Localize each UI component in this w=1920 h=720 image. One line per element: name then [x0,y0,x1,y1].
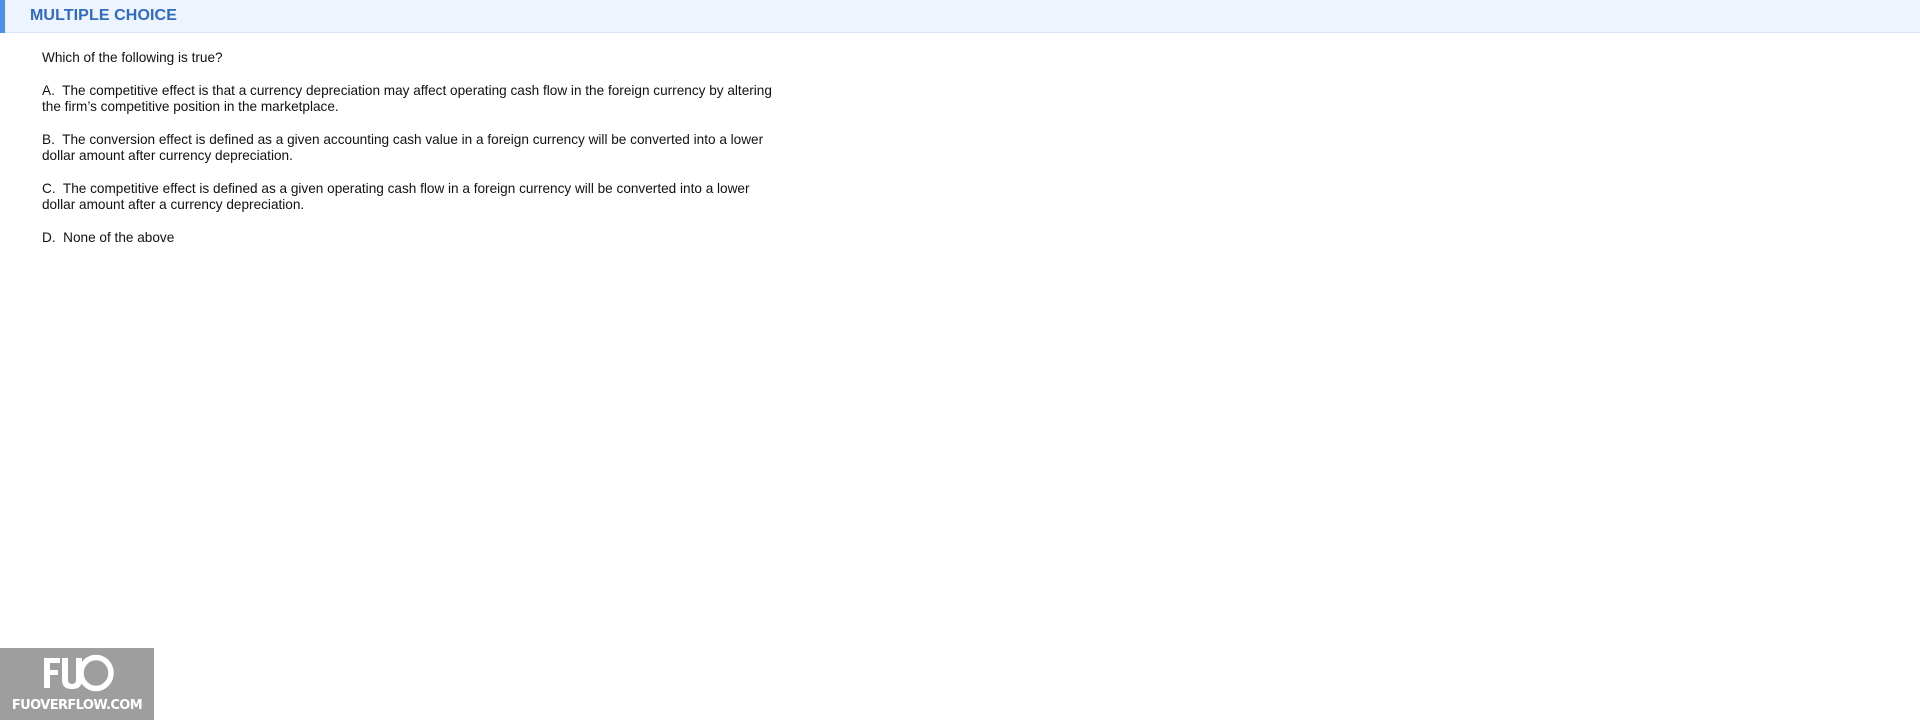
section-title: MULTIPLE CHOICE [30,7,177,24]
section-accent-bar [0,0,5,33]
option-letter: C. [42,181,56,196]
question-block: Which of the following is true? A. The c… [42,50,782,263]
option-letter: D. [42,230,56,245]
quiz-page: MULTIPLE CHOICE Which of the following i… [0,0,1920,720]
fuo-logo-icon [44,654,114,692]
option-a: A. The competitive effect is that a curr… [42,83,782,115]
option-text: The conversion effect is defined as a gi… [42,132,767,163]
option-letter: A. [42,83,55,98]
option-text: The competitive effect is that a currenc… [42,83,776,114]
section-header: MULTIPLE CHOICE [0,0,1920,33]
question-prompt: Which of the following is true? [42,50,223,65]
watermark-site-text: FUOVERFLOW.COM [11,698,143,713]
option-text: None of the above [63,230,175,245]
option-b: B. The conversion effect is defined as a… [42,132,782,164]
watermark: FUOVERFLOW.COM [0,648,154,720]
option-letter: B. [42,132,55,147]
option-text: The competitive effect is defined as a g… [42,181,754,212]
option-c: C. The competitive effect is defined as … [42,181,782,213]
option-d: D. None of the above [42,230,782,246]
